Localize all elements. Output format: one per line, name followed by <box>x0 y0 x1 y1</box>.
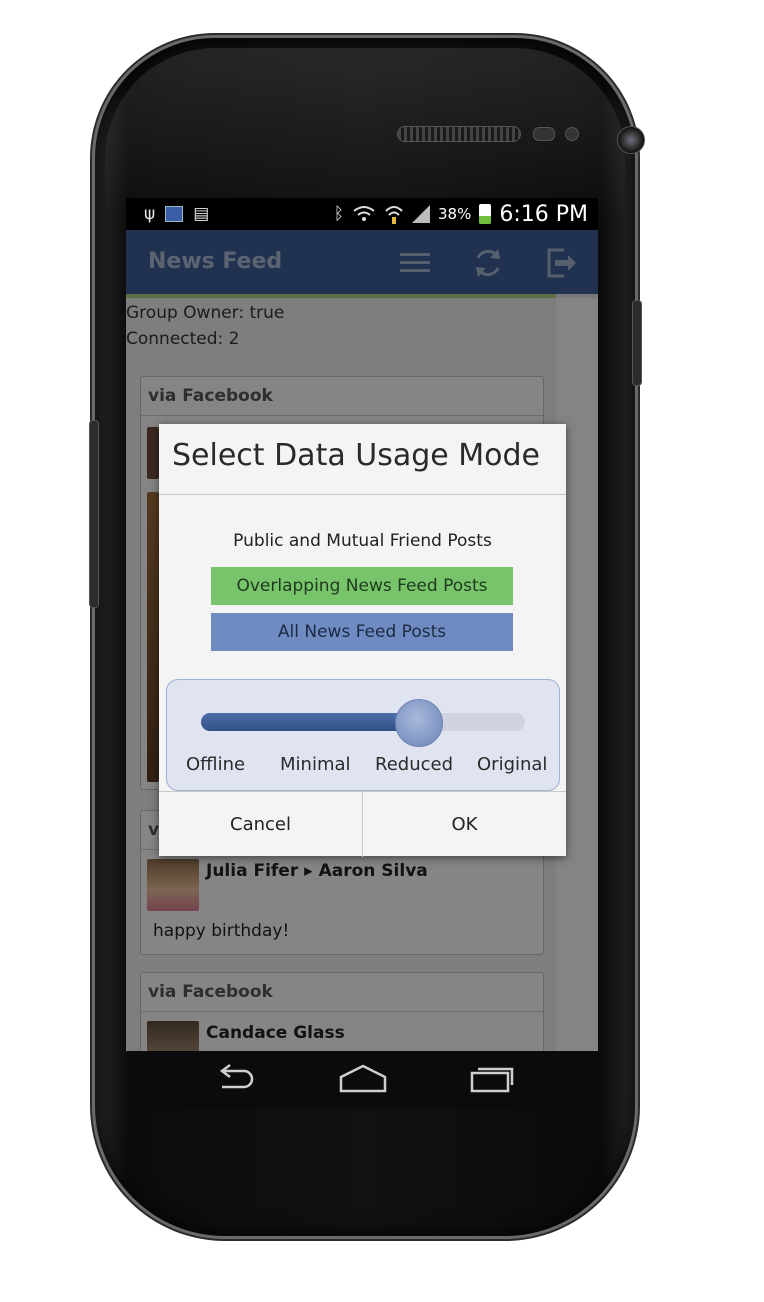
slider-track-fill <box>201 713 419 731</box>
image-icon <box>165 206 184 222</box>
wifi-icon <box>385 206 403 224</box>
ok-button[interactable]: OK <box>363 792 566 857</box>
slider-labels: Offline Minimal Reduced Original <box>167 754 559 780</box>
mode-caption: Public and Mutual Friend Posts <box>233 531 492 551</box>
front-camera <box>617 126 645 154</box>
navigation-bar <box>132 1051 594 1109</box>
power-button <box>632 300 642 386</box>
light-sensor <box>565 127 579 141</box>
usb-icon: ψ <box>144 203 156 224</box>
battery-percent: 38% <box>438 205 472 223</box>
cancel-button[interactable]: Cancel <box>159 792 362 857</box>
status-bar: ψ ▤ ᛒ 38% 6:16 PM <box>126 198 598 230</box>
battery-icon <box>479 204 492 224</box>
overlapping-posts-chip: Overlapping News Feed Posts <box>211 567 513 605</box>
proximity-sensor <box>533 127 555 141</box>
slider-option-minimal[interactable]: Minimal <box>280 754 351 775</box>
signal-icon <box>412 205 430 223</box>
file-icon: ▤ <box>193 203 210 224</box>
slider-option-reduced[interactable]: Reduced <box>375 754 453 775</box>
phone-screen: Group Owner: true Connected: 2 via Faceb… <box>126 198 598 1051</box>
recent-apps-icon[interactable] <box>468 1063 516 1095</box>
slider-option-offline[interactable]: Offline <box>186 754 245 775</box>
data-usage-dialog: Select Data Usage Mode Public and Mutual… <box>159 424 566 857</box>
slider-thumb[interactable] <box>395 699 444 747</box>
dialog-title: Select Data Usage Mode <box>172 438 540 473</box>
bluetooth-icon: ᛒ <box>333 203 344 224</box>
dialog-button-row: Cancel OK <box>159 791 566 857</box>
all-posts-chip: All News Feed Posts <box>211 613 513 651</box>
slider-option-original[interactable]: Original <box>477 754 547 775</box>
back-icon[interactable] <box>210 1063 258 1095</box>
title-divider <box>159 494 566 495</box>
wifi-icon <box>353 206 375 221</box>
clock: 6:16 PM <box>499 201 588 227</box>
volume-button <box>89 420 99 608</box>
data-usage-slider-panel: Offline Minimal Reduced Original <box>166 679 560 791</box>
earpiece-speaker <box>397 126 521 142</box>
home-icon[interactable] <box>339 1063 387 1095</box>
